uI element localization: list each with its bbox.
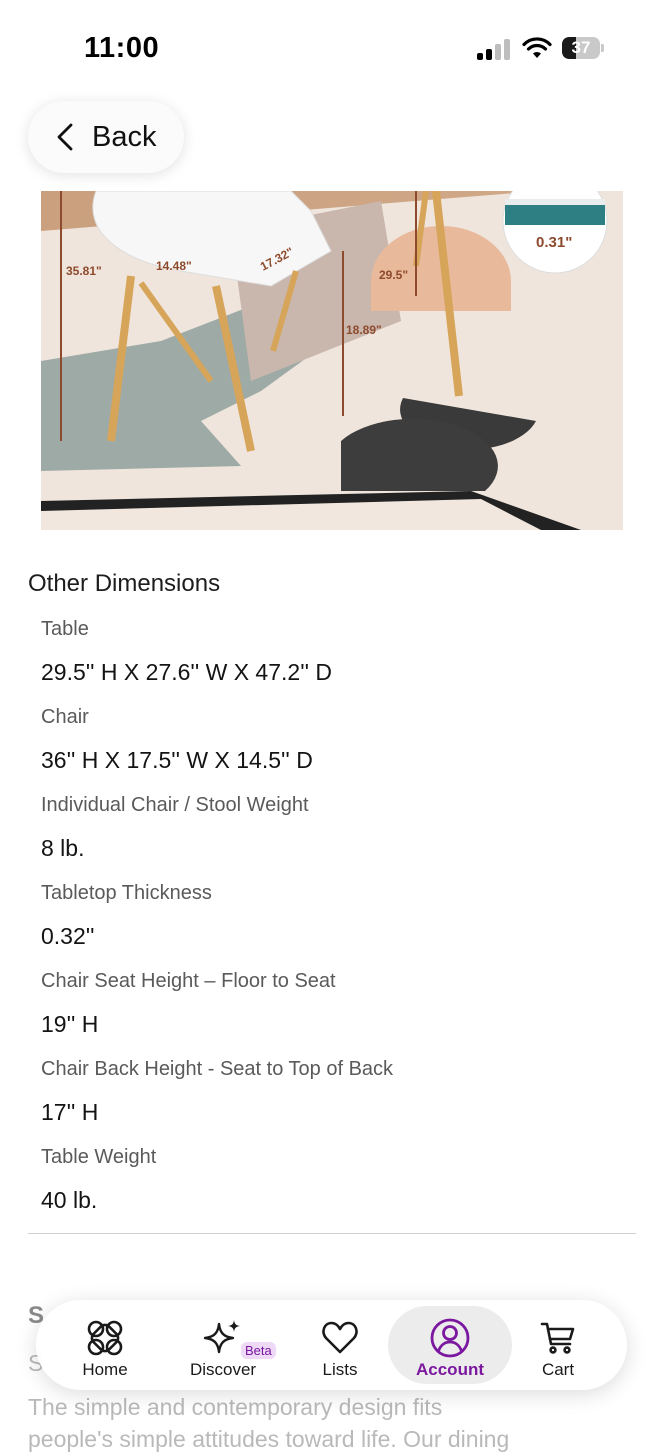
dimension-label: Chair Seat Height – Floor to Seat (41, 970, 336, 992)
home-icon (87, 1320, 123, 1356)
dimension-label: Table (41, 618, 89, 640)
back-button[interactable]: Back (28, 101, 184, 173)
cellular-signal-icon (477, 38, 511, 60)
battery-icon: 37 (562, 37, 604, 61)
dimension-annotation: 18.89" (346, 323, 382, 337)
section-title: Other Dimensions (28, 570, 221, 597)
dimension-value: 8 lb. (41, 835, 85, 861)
back-label: Back (92, 120, 157, 153)
account-icon (430, 1318, 470, 1358)
nav-home[interactable]: Home (54, 1300, 156, 1390)
dimension-annotation: 0.31" (536, 234, 572, 251)
nav-account[interactable]: Account (388, 1306, 512, 1384)
dimension-value: 40 lb. (41, 1187, 98, 1213)
dimension-label: Tabletop Thickness (41, 882, 212, 904)
product-image[interactable]: 35.81" 14.48" 17.32" 29.5" 18.89" 0.31" (41, 191, 623, 530)
nav-label: Discover (189, 1360, 257, 1379)
divider (28, 1233, 636, 1234)
nav-label: Cart (541, 1360, 575, 1379)
heart-icon (322, 1321, 358, 1354)
nav-label: Lists (322, 1360, 358, 1379)
dimension-value: 19'' H (41, 1011, 99, 1037)
cart-icon (540, 1322, 575, 1354)
dimension-value: 36'' H X 17.5'' W X 14.5'' D (41, 747, 313, 773)
chevron-left-icon (57, 123, 73, 151)
battery-level: 37 (571, 38, 591, 57)
status-bar: 11:00 37 (0, 0, 664, 100)
dimension-annotation: 29.5" (379, 268, 408, 282)
nav-cart[interactable]: Cart (510, 1300, 606, 1390)
dimension-value: 17'' H (41, 1099, 99, 1125)
bottom-nav: Home Beta Discover Lists Account Cart (36, 1300, 627, 1390)
sparkle-icon (203, 1320, 240, 1354)
dimension-label: Individual Chair / Stool Weight (41, 794, 309, 816)
wifi-icon (522, 37, 552, 58)
dimension-annotation: 14.48" (156, 259, 192, 273)
nav-label: Home (82, 1360, 128, 1379)
description-text: The simple and contemporary design fits (28, 1394, 443, 1420)
nav-label: Account (416, 1360, 484, 1379)
nav-lists[interactable]: Lists (290, 1300, 390, 1390)
beta-badge: Beta (241, 1342, 276, 1359)
status-time: 11:00 (84, 32, 160, 64)
nav-discover[interactable]: Beta Discover (168, 1300, 278, 1390)
dimension-value: 29.5'' H X 27.6'' W X 47.2'' D (41, 659, 332, 685)
dimension-value: 0.32'' (41, 923, 95, 949)
dimension-label: Table Weight (41, 1146, 157, 1168)
dimension-label: Chair (41, 706, 89, 728)
dimension-label: Chair Back Height - Seat to Top of Back (41, 1058, 394, 1080)
dimension-annotation: 35.81" (66, 264, 102, 278)
